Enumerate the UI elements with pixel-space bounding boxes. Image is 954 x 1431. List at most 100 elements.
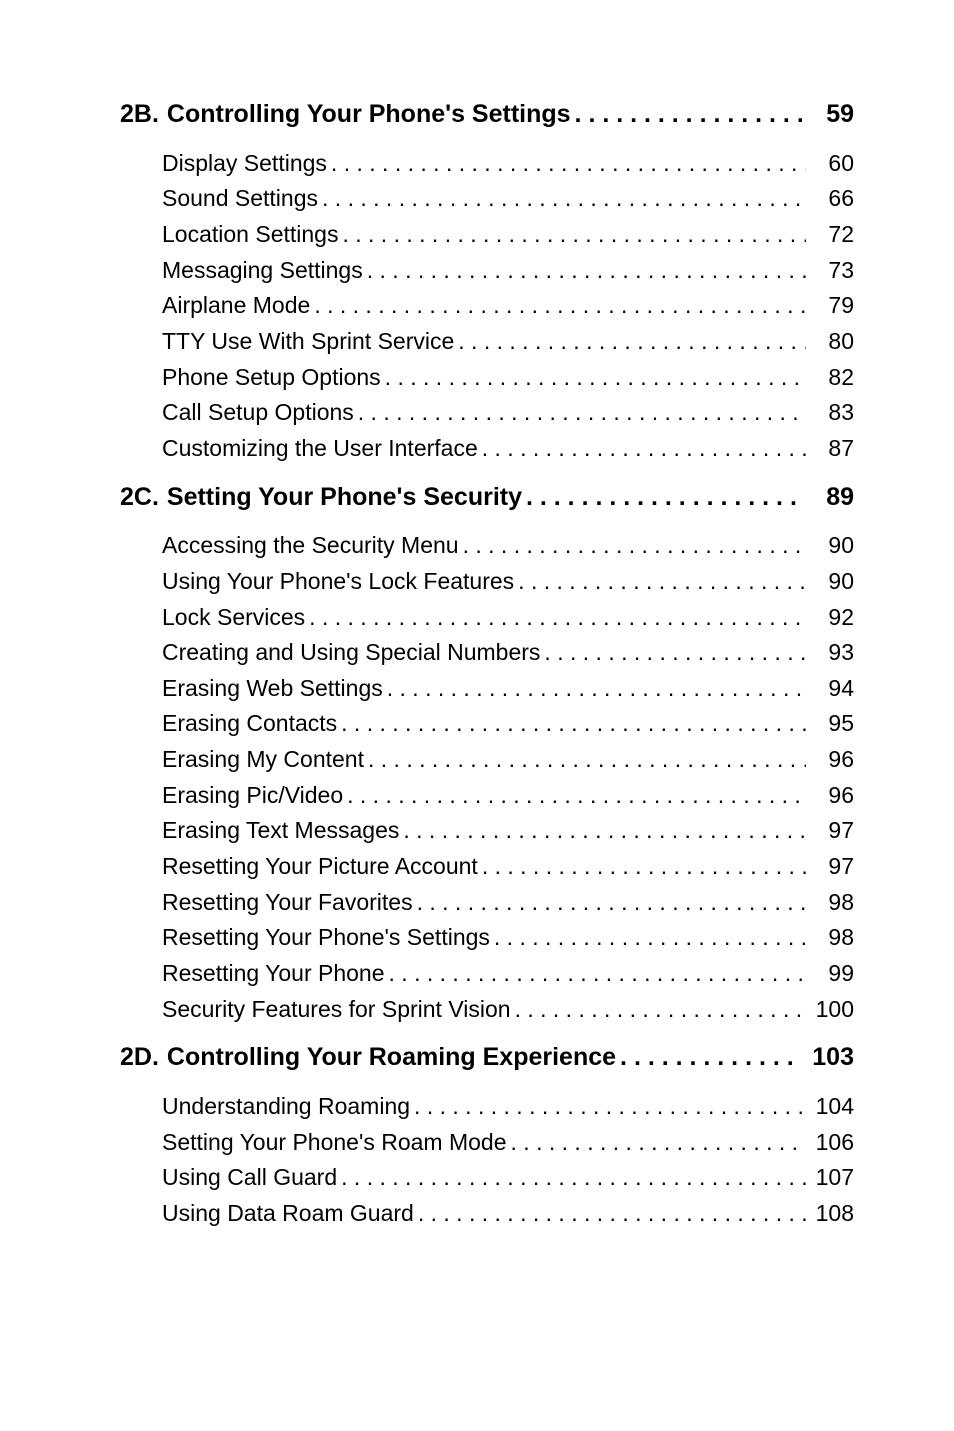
toc-item-page: 83 [810, 395, 854, 431]
toc-item: Phone Setup Options 82 [120, 360, 854, 396]
toc-leader [482, 849, 806, 885]
toc-heading-2c: 2C. Setting Your Phone's Security 89 [120, 481, 854, 515]
toc-item-label: Display Settings [162, 146, 327, 182]
toc-item-label: Messaging Settings [162, 253, 363, 289]
toc-item: Erasing Text Messages97 [120, 813, 854, 849]
toc-item-page: 66 [810, 181, 854, 217]
toc-item-label: Customizing the User Interface [162, 431, 478, 467]
toc-item: Erasing Web Settings94 [120, 671, 854, 707]
toc-item-page: 82 [810, 360, 854, 396]
toc-item: Understanding Roaming104 [120, 1089, 854, 1125]
toc-heading-2b: 2B. Controlling Your Phone's Settings 59 [120, 98, 854, 132]
toc-item: Using Your Phone's Lock Features 90 [120, 564, 854, 600]
toc-item: Accessing the Security Menu90 [120, 528, 854, 564]
toc-item-page: 95 [810, 706, 854, 742]
toc-item-label: Resetting Your Favorites [162, 885, 413, 921]
toc-item: Resetting Your Phone 99 [120, 956, 854, 992]
toc-item-page: 99 [810, 956, 854, 992]
toc-leader [347, 778, 806, 814]
toc-heading-title: Controlling Your Roaming Experience [167, 1041, 616, 1075]
toc-item-label: Airplane Mode [162, 288, 310, 324]
toc-item-label: TTY Use With Sprint Service [162, 324, 454, 360]
toc-item-label: Lock Services [162, 600, 305, 636]
toc-item: Using Call Guard 107 [120, 1160, 854, 1196]
toc-item: Airplane Mode79 [120, 288, 854, 324]
toc-item-label: Using Call Guard [162, 1160, 337, 1196]
toc-heading-2d: 2D. Controlling Your Roaming Experience … [120, 1041, 854, 1075]
toc-item-page: 80 [810, 324, 854, 360]
toc-item-label: Location Settings [162, 217, 338, 253]
toc-leader [526, 481, 802, 515]
toc-leader [358, 395, 806, 431]
toc-item-page: 106 [810, 1125, 854, 1161]
toc-item: Resetting Your Favorites 98 [120, 885, 854, 921]
toc-item-label: Resetting Your Phone's Settings [162, 920, 490, 956]
toc-leader [341, 706, 806, 742]
toc-heading-page: 59 [806, 98, 854, 132]
toc-item-page: 73 [810, 253, 854, 289]
toc-item: Sound Settings 66 [120, 181, 854, 217]
toc-leader [511, 1125, 806, 1161]
toc-leader [367, 253, 806, 289]
toc-leader [417, 885, 806, 921]
toc-leader [387, 671, 806, 707]
toc-item-page: 94 [810, 671, 854, 707]
toc-leader [518, 564, 806, 600]
toc-item: Messaging Settings 73 [120, 253, 854, 289]
toc-leader [341, 1160, 806, 1196]
toc-section-2d: 2D. Controlling Your Roaming Experience … [120, 1041, 854, 1231]
toc-item: Location Settings 72 [120, 217, 854, 253]
toc-leader [414, 1089, 806, 1125]
toc-leader [544, 635, 806, 671]
toc-item-label: Erasing My Content [162, 742, 364, 778]
toc-item-page: 93 [810, 635, 854, 671]
toc-item-label: Using Data Roam Guard [162, 1196, 414, 1232]
toc-item-label: Setting Your Phone's Roam Mode [162, 1125, 507, 1161]
toc-item: Erasing My Content96 [120, 742, 854, 778]
toc-item-page: 90 [810, 564, 854, 600]
toc-leader [389, 956, 806, 992]
toc-item-page: 100 [810, 992, 854, 1028]
toc-item-label: Sound Settings [162, 181, 318, 217]
toc-item-label: Erasing Text Messages [162, 813, 399, 849]
toc-leader [368, 742, 806, 778]
toc-item-page: 87 [810, 431, 854, 467]
toc-item-label: Accessing the Security Menu [162, 528, 459, 564]
toc-leader [385, 360, 806, 396]
toc-heading-page: 103 [806, 1041, 854, 1075]
toc-leader [309, 600, 806, 636]
toc-item-page: 98 [810, 920, 854, 956]
toc-leader [575, 98, 802, 132]
toc-item-page: 72 [810, 217, 854, 253]
toc-item-page: 107 [810, 1160, 854, 1196]
toc-item-page: 96 [810, 778, 854, 814]
toc-item-label: Resetting Your Picture Account [162, 849, 478, 885]
toc-item-label: Security Features for Sprint Vision [162, 992, 511, 1028]
toc-item-page: 98 [810, 885, 854, 921]
toc-item: Security Features for Sprint Vision 100 [120, 992, 854, 1028]
toc-section-2b: 2B. Controlling Your Phone's Settings 59… [120, 98, 854, 467]
toc-item: Lock Services92 [120, 600, 854, 636]
toc-item-page: 60 [810, 146, 854, 182]
toc-item-page: 97 [810, 849, 854, 885]
toc-heading-prefix: 2C. [120, 481, 159, 515]
toc-item: Display Settings 60 [120, 146, 854, 182]
toc-leader [463, 528, 806, 564]
toc-page: 2B. Controlling Your Phone's Settings 59… [0, 0, 954, 1298]
toc-leader [322, 181, 806, 217]
toc-item-label: Resetting Your Phone [162, 956, 385, 992]
toc-item-label: Erasing Contacts [162, 706, 337, 742]
toc-item-label: Phone Setup Options [162, 360, 381, 396]
toc-leader [482, 431, 806, 467]
toc-leader [331, 146, 806, 182]
toc-item-label: Call Setup Options [162, 395, 354, 431]
toc-leader [314, 288, 806, 324]
toc-item-label: Using Your Phone's Lock Features [162, 564, 514, 600]
toc-item: Resetting Your Phone's Settings 98 [120, 920, 854, 956]
toc-heading-title: Controlling Your Phone's Settings [167, 98, 571, 132]
toc-item: Customizing the User Interface 87 [120, 431, 854, 467]
toc-leader [418, 1196, 806, 1232]
toc-item-label: Erasing Pic/Video [162, 778, 343, 814]
toc-leader [515, 992, 806, 1028]
toc-leader [342, 217, 806, 253]
